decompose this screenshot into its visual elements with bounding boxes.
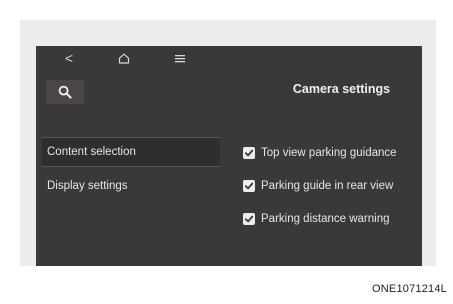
checkbox[interactable] bbox=[243, 180, 255, 192]
search-button[interactable] bbox=[46, 80, 84, 104]
checkmark-icon bbox=[244, 149, 254, 157]
sidebar-item-content-selection[interactable]: Content selection bbox=[42, 137, 220, 167]
home-button[interactable] bbox=[113, 50, 135, 66]
option-label: Parking distance warning bbox=[261, 213, 390, 225]
option-label: Top view parking guidance bbox=[261, 147, 397, 159]
page-title: Camera settings bbox=[292, 82, 391, 96]
sidebar: Content selection Display settings bbox=[42, 80, 222, 266]
option-top-view-parking-guidance[interactable]: Top view parking guidance bbox=[243, 144, 397, 162]
back-button[interactable]: < bbox=[58, 50, 80, 66]
chevron-left-icon: < bbox=[64, 50, 74, 66]
camera-settings-panel: Camera settings Top view parking guidanc… bbox=[236, 80, 422, 266]
sidebar-item-label: Content selection bbox=[47, 146, 136, 158]
search-icon bbox=[58, 85, 72, 99]
figure: < Content selection Display settings Cam… bbox=[0, 0, 453, 304]
infotainment-screen: < Content selection Display settings Cam… bbox=[36, 46, 422, 266]
option-parking-distance-warning[interactable]: Parking distance warning bbox=[243, 210, 390, 228]
menu-button[interactable] bbox=[169, 50, 191, 66]
checkbox[interactable] bbox=[243, 213, 255, 225]
checkmark-icon bbox=[244, 215, 254, 223]
sidebar-item-label: Display settings bbox=[47, 180, 128, 192]
sidebar-item-display-settings[interactable]: Display settings bbox=[42, 171, 220, 201]
menu-icon bbox=[175, 54, 185, 62]
option-label: Parking guide in rear view bbox=[261, 180, 394, 192]
home-icon bbox=[118, 53, 130, 64]
checkmark-icon bbox=[244, 182, 254, 190]
figure-caption: ONE1071214L bbox=[372, 283, 447, 295]
option-parking-guide-in-rear-view[interactable]: Parking guide in rear view bbox=[243, 177, 393, 195]
checkbox[interactable] bbox=[243, 147, 255, 159]
